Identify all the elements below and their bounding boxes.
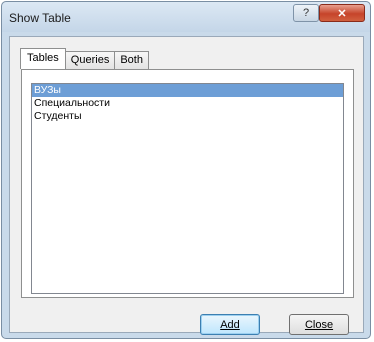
help-button[interactable]: ?	[293, 4, 319, 22]
add-button[interactable]: Add	[200, 314, 260, 335]
close-button[interactable]: Close	[289, 314, 349, 335]
title-bar[interactable]: Show Table ? ✕	[2, 2, 370, 32]
show-table-dialog: Show Table ? ✕ Tables Queries Both ВУЗы …	[1, 1, 371, 339]
help-icon: ?	[302, 7, 310, 19]
dialog-body: Tables Queries Both ВУЗы Специальности С…	[9, 36, 364, 335]
window-title: Show Table	[9, 11, 71, 25]
close-icon: ✕	[337, 7, 347, 20]
add-button-label: Add	[220, 318, 240, 331]
tab-queries[interactable]: Queries	[64, 51, 116, 69]
tab-strip: Tables Queries Both	[20, 48, 149, 70]
close-window-button[interactable]: ✕	[319, 4, 365, 22]
tab-both[interactable]: Both	[114, 51, 149, 69]
list-item[interactable]: ВУЗы	[32, 84, 343, 97]
tab-tables[interactable]: Tables	[20, 48, 66, 69]
tables-listbox[interactable]: ВУЗы Специальности Студенты	[31, 83, 344, 294]
list-item[interactable]: Студенты	[32, 110, 343, 123]
tab-panel-tables: ВУЗы Специальности Студенты	[21, 69, 354, 298]
close-button-label: Close	[304, 318, 334, 331]
list-item[interactable]: Специальности	[32, 97, 343, 110]
